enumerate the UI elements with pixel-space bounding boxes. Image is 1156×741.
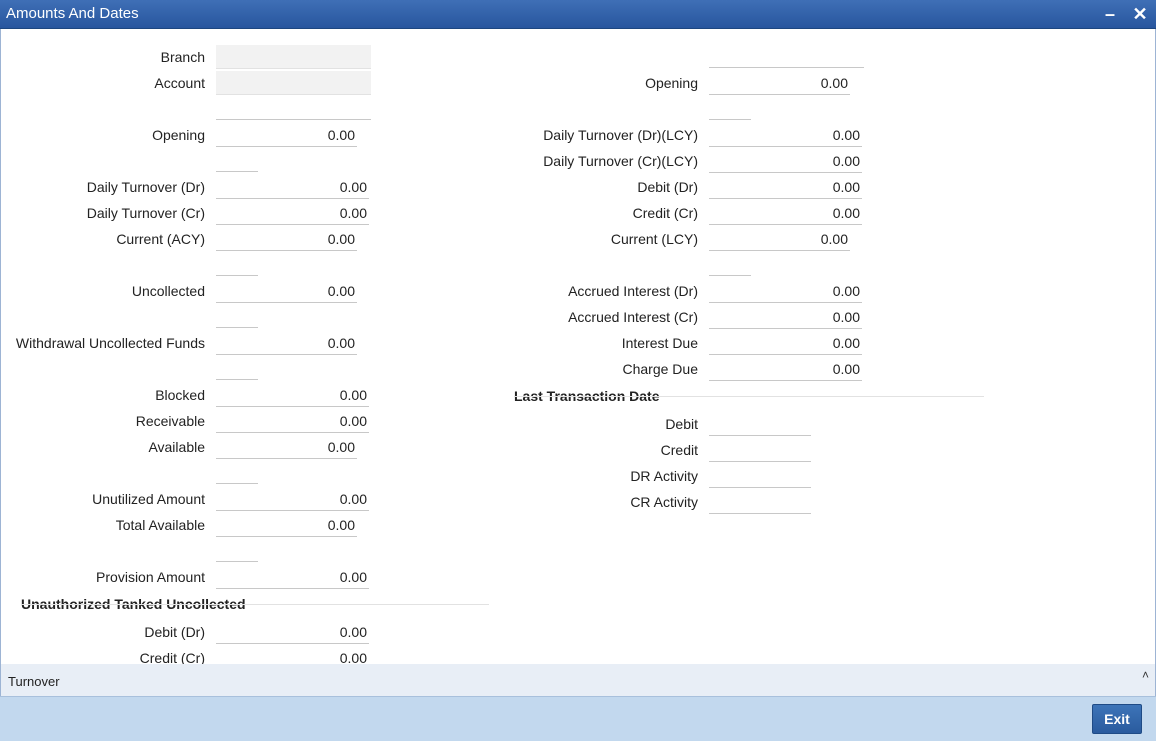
daily-turnover-dr-label: Daily Turnover (Dr)	[86, 179, 205, 195]
divider	[709, 275, 751, 276]
exit-button[interactable]: Exit	[1092, 704, 1142, 734]
amounts-dates-form: Branch Account Opening Daily Turnover (D…	[0, 29, 1156, 664]
charge-due-field[interactable]	[709, 357, 862, 381]
daily-turnover-dr-lcy-field[interactable]	[709, 123, 862, 147]
cr-activity-label: CR Activity	[630, 494, 698, 510]
accrued-interest-dr-field[interactable]	[709, 279, 862, 303]
credit-cr-field[interactable]	[709, 201, 862, 225]
divider	[216, 275, 258, 276]
dr-activity-date-field[interactable]	[709, 464, 811, 488]
turnover-tab[interactable]: Turnover ˄	[0, 664, 1156, 696]
divider	[709, 67, 864, 68]
accrued-interest-dr-label: Accrued Interest (Dr)	[568, 283, 698, 299]
withdrawal-uncollected-field[interactable]	[216, 331, 357, 355]
blocked-field[interactable]	[216, 383, 369, 407]
unauth-credit-label: Credit (Cr)	[139, 650, 205, 664]
uncollected-label: Uncollected	[131, 283, 205, 299]
daily-turnover-dr-field[interactable]	[216, 175, 369, 199]
close-icon[interactable]: ✕	[1130, 4, 1150, 24]
divider	[216, 119, 371, 120]
credit-cr-label: Credit (Cr)	[632, 205, 698, 221]
right-opening-label: Opening	[645, 75, 698, 91]
current-acy-field[interactable]	[216, 227, 357, 251]
unauth-debit-field[interactable]	[216, 620, 369, 644]
daily-turnover-cr-lcy-label: Daily Turnover (Cr)(LCY)	[543, 153, 698, 169]
divider	[216, 327, 258, 328]
total-available-field[interactable]	[216, 513, 357, 537]
current-acy-label: Current (ACY)	[116, 231, 205, 247]
chevron-up-icon[interactable]: ˄	[1142, 668, 1149, 682]
daily-turnover-cr-label: Daily Turnover (Cr)	[86, 205, 205, 221]
provision-amount-label: Provision Amount	[96, 569, 205, 585]
ltd-credit-label: Credit	[660, 442, 698, 458]
unutilized-amount-field[interactable]	[216, 487, 369, 511]
daily-turnover-cr-lcy-field[interactable]	[709, 149, 862, 173]
ltd-debit-label: Debit	[665, 416, 698, 432]
blocked-label: Blocked	[155, 387, 205, 403]
divider	[709, 119, 751, 120]
opening-label: Opening	[152, 127, 205, 143]
current-lcy-label: Current (LCY)	[610, 231, 698, 247]
total-available-label: Total Available	[115, 517, 205, 533]
divider	[216, 379, 258, 380]
account-label: Account	[154, 75, 205, 91]
daily-turnover-dr-lcy-label: Daily Turnover (Dr)(LCY)	[543, 127, 698, 143]
accrued-interest-cr-label: Accrued Interest (Cr)	[568, 309, 698, 325]
opening-field[interactable]	[216, 123, 357, 147]
interest-due-label: Interest Due	[621, 335, 698, 351]
window-title: Amounts And Dates	[6, 5, 139, 22]
minimize-icon[interactable]: –	[1100, 4, 1120, 24]
receivable-field[interactable]	[216, 409, 369, 433]
receivable-label: Receivable	[135, 413, 205, 429]
right-opening-field[interactable]	[709, 71, 850, 95]
account-field[interactable]	[216, 71, 371, 95]
divider	[216, 483, 258, 484]
divider	[216, 171, 258, 172]
cr-activity-date-field[interactable]	[709, 490, 811, 514]
turnover-tab-label: Turnover	[8, 674, 60, 689]
ltd-debit-date-field[interactable]	[709, 412, 811, 436]
provision-amount-field[interactable]	[216, 565, 369, 589]
section-divider	[514, 396, 984, 397]
uncollected-field[interactable]	[216, 279, 357, 303]
branch-label: Branch	[160, 49, 205, 65]
unutilized-amount-label: Unutilized Amount	[92, 491, 205, 507]
charge-due-label: Charge Due	[622, 361, 699, 377]
unauth-debit-label: Debit (Dr)	[144, 624, 205, 640]
accrued-interest-cr-field[interactable]	[709, 305, 862, 329]
current-lcy-field[interactable]	[709, 227, 850, 251]
withdrawal-uncollected-label: Withdrawal Uncollected Funds	[15, 335, 205, 351]
available-field[interactable]	[216, 435, 357, 459]
section-divider	[21, 604, 489, 605]
window-titlebar: Amounts And Dates – ✕	[0, 0, 1156, 29]
debit-dr-field[interactable]	[709, 175, 862, 199]
debit-dr-label: Debit (Dr)	[637, 179, 698, 195]
daily-turnover-cr-field[interactable]	[216, 201, 369, 225]
divider	[216, 561, 258, 562]
unauth-credit-field[interactable]	[216, 646, 369, 664]
footer-bar: Exit	[0, 696, 1156, 741]
interest-due-field[interactable]	[709, 331, 862, 355]
available-label: Available	[148, 439, 205, 455]
ltd-credit-date-field[interactable]	[709, 438, 811, 462]
dr-activity-label: DR Activity	[630, 468, 698, 484]
branch-field[interactable]	[216, 45, 371, 69]
